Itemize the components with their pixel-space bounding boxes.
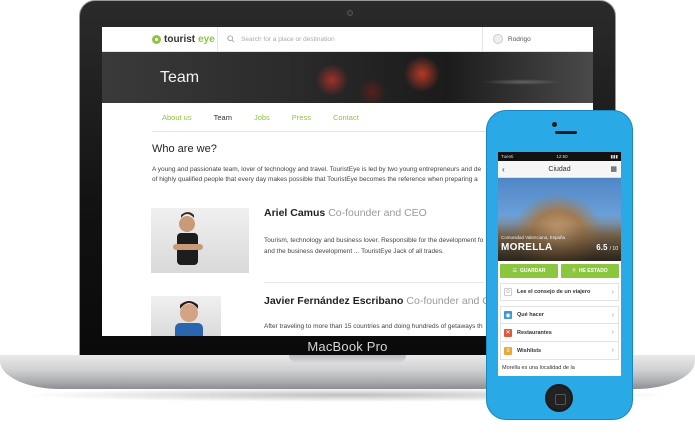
search-icon <box>227 35 235 43</box>
tab-jobs[interactable]: Jobs <box>254 113 270 122</box>
person-name-text: Javier Fernández Escribano <box>264 295 404 307</box>
tab-team[interactable]: Team <box>214 113 232 122</box>
advice-label: Lee el consejo de un viajero <box>517 289 591 295</box>
chevron-right-icon: › <box>611 347 614 354</box>
intro-text: A young and passionate team, lover of te… <box>152 165 492 185</box>
tab-contact[interactable]: Contact <box>333 113 359 122</box>
chevron-right-icon: › <box>611 329 614 336</box>
phone-screen: Tuenti 12:50 ▮▮▮ ‹ Ciudad ▦ Comunidad Va… <box>498 152 621 376</box>
save-button[interactable]: ☰ GUARDAR <box>500 264 558 278</box>
clock: 12:50 <box>556 154 568 159</box>
been-there-button[interactable]: ⚲ HE ESTADO <box>561 264 619 278</box>
touristeye-logo[interactable]: tourist eye <box>152 34 215 45</box>
chevron-right-icon: › <box>611 311 614 319</box>
tab-about-us[interactable]: About us <box>162 113 192 122</box>
carrier: Tuenti <box>501 154 514 159</box>
header-divider <box>217 27 218 52</box>
tab-press[interactable]: Press <box>292 113 311 122</box>
menu-item-restaurantes[interactable]: ✕ Restaurantes › <box>500 324 619 342</box>
bio-line: After traveling to more than 15 countrie… <box>264 323 483 330</box>
site-header: tourist eye Search for a place or destina… <box>102 27 593 52</box>
menu-item-que-hacer[interactable]: ◉ Qué hacer › <box>500 306 619 324</box>
laptop-hinge-notch <box>289 355 406 363</box>
list-icon: ≡ <box>504 346 512 355</box>
person-bio: Tourism, technology and business lover. … <box>264 235 483 257</box>
laptop-brand-label: MacBook Pro <box>307 339 388 354</box>
eye-icon: ◉ <box>504 311 512 319</box>
score-max: / 10 <box>609 246 618 252</box>
person-silhouette-icon <box>173 212 203 265</box>
menu-item-wishlists[interactable]: ≡ Wishlists › <box>500 342 619 360</box>
people-icon: ☺ <box>504 288 512 296</box>
search-placeholder: Search for a place or destination <box>241 35 335 43</box>
city-menu-list: ◉ Qué hacer › ✕ Restaurantes › ≡ Wishlis… <box>498 306 621 360</box>
person-name-text: Ariel Camus <box>264 207 326 219</box>
traveler-advice-row[interactable]: ☺ Lee el consejo de un viajero › <box>500 283 619 301</box>
user-name: Rodrigo <box>508 35 531 43</box>
logo-eye-icon <box>152 35 161 44</box>
intro-line: A young and passionate team, lover of te… <box>152 166 482 173</box>
page-title: Team <box>160 69 200 86</box>
chevron-right-icon: › <box>611 288 614 296</box>
team-banner: Team <box>102 52 593 103</box>
person-divider <box>264 282 484 283</box>
region-label: Comunidad Valenciana, España <box>501 235 565 240</box>
avatar <box>493 34 503 44</box>
home-button[interactable] <box>545 384 573 412</box>
save-button-label: GUARDAR <box>519 268 546 274</box>
battery-icon: ▮▮▮ <box>610 153 618 159</box>
city-description: Morella es una localidad de la <box>502 365 575 371</box>
fork-knife-icon: ✕ <box>504 328 512 337</box>
person-bio: After traveling to more than 15 countrie… <box>264 321 483 332</box>
city-name: MORELLA <box>501 242 553 253</box>
menu-item-label: Qué hacer <box>517 312 544 318</box>
section-tabs: About us Team Jobs Press Contact <box>162 113 381 122</box>
person-role: Co-founder and CT <box>406 295 497 307</box>
search-box[interactable]: Search for a place or destination <box>227 35 335 43</box>
list-icon: ☰ <box>512 268 517 274</box>
city-score: 6.5 / 10 <box>596 243 618 252</box>
nav-title: Ciudad <box>548 166 571 173</box>
menu-item-label: Restaurantes <box>517 329 552 336</box>
person-name: Ariel Camus Co-founder and CEO <box>264 207 427 219</box>
intro-line: of highly qualified people that every da… <box>152 176 478 183</box>
earpiece-speaker <box>555 131 577 134</box>
logo-text-tourist: tourist <box>164 34 196 45</box>
person-name: Javier Fernández Escribano Co-founder an… <box>264 295 496 307</box>
location-pin-icon: ⚲ <box>572 268 576 274</box>
webcam <box>347 10 353 16</box>
bio-line: and the business development ... Tourist… <box>264 248 444 255</box>
score-value: 6.5 <box>596 243 608 252</box>
logo-text-eye: eye <box>198 34 215 45</box>
action-buttons: ☰ GUARDAR ⚲ HE ESTADO <box>498 261 621 281</box>
user-menu[interactable]: Rodrigo <box>493 34 531 44</box>
phone-nav-bar: ‹ Ciudad ▦ <box>498 161 621 178</box>
front-camera <box>552 122 557 127</box>
person-role: Co-founder and CEO <box>328 207 427 219</box>
map-icon[interactable]: ▦ <box>610 161 617 178</box>
status-bar: Tuenti 12:50 ▮▮▮ <box>498 152 621 161</box>
bio-line: Tourism, technology and business lover. … <box>264 237 484 244</box>
header-divider <box>482 27 483 52</box>
section-heading: Who are we? <box>152 143 217 155</box>
person-silhouette-icon <box>175 301 203 336</box>
person-photo <box>151 208 249 273</box>
person-photo <box>151 296 221 336</box>
been-there-button-label: HE ESTADO <box>578 268 608 274</box>
city-hero-image: Comunidad Valenciana, España MORELLA 6.5… <box>498 178 621 261</box>
back-arrow-icon[interactable]: ‹ <box>502 161 505 178</box>
menu-item-label: Wishlists <box>517 347 542 354</box>
